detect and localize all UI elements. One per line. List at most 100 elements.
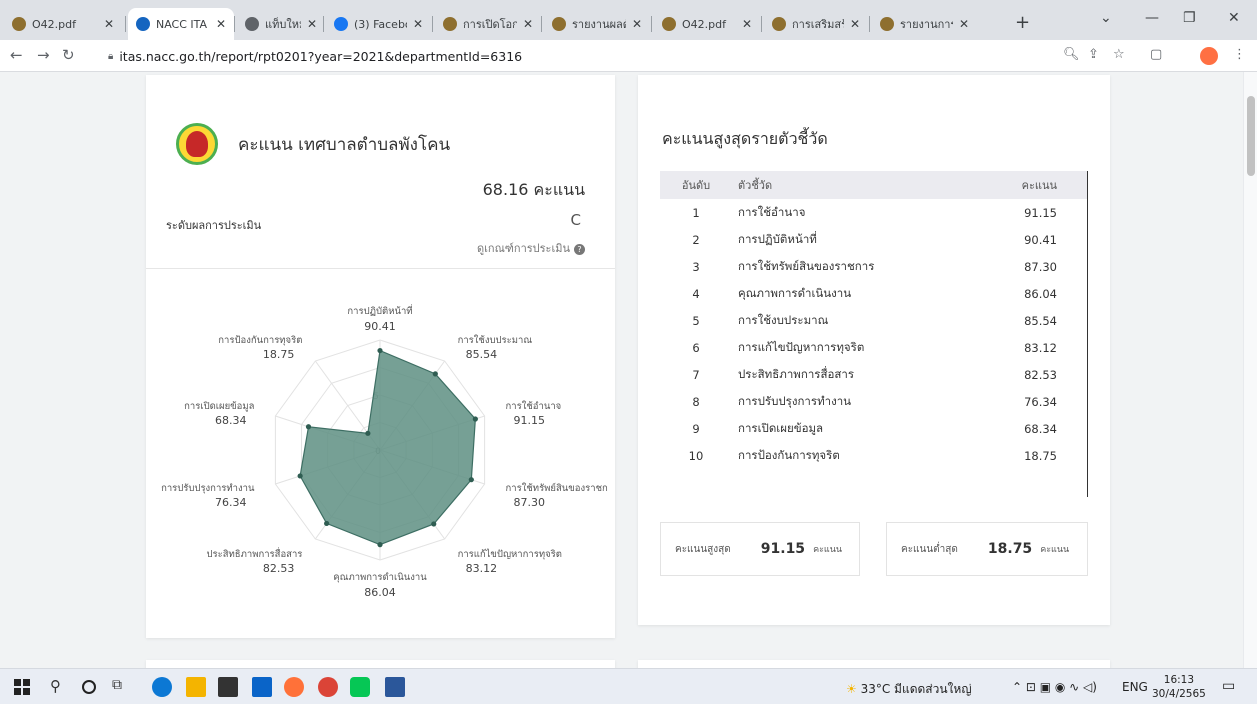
file-explorer-icon[interactable] (186, 677, 206, 697)
radar-axis-label: การเปิดเผยข้อมูล (184, 401, 254, 412)
row-score: 85.54 (1024, 313, 1057, 328)
row-rank: 7 (692, 367, 700, 382)
browser-tab[interactable]: การเปิดโอกา ✕ (435, 8, 541, 40)
browser-tab[interactable]: การเสริมสร้า ✕ (764, 8, 868, 40)
zoom-icon[interactable]: 🔍︎ (1063, 47, 1080, 62)
share-icon[interactable]: ⇪ (1088, 47, 1099, 62)
language-indicator[interactable]: ENG (1122, 680, 1148, 694)
tab-close-icon[interactable]: ✕ (632, 17, 642, 31)
row-indicator: ประสิทธิภาพการสื่อสาร (738, 366, 855, 381)
browser-tab[interactable]: NACC ITA ✕ (128, 8, 234, 40)
radar-value-label: 85.54 (466, 348, 498, 361)
reload-icon[interactable]: ↻ (62, 46, 75, 64)
browser-tab[interactable]: รายงานผลดั ✕ (544, 8, 650, 40)
row-rank: 9 (692, 421, 700, 436)
max-score-label: คะแนนสูงสุด (675, 543, 731, 555)
tab-separator (323, 16, 324, 32)
max-score-value: 91.15 (760, 541, 806, 557)
header-indicator: ตัวชี้วัด (738, 179, 773, 192)
tab-close-icon[interactable]: ✕ (216, 17, 226, 31)
tab-label: O42.pdf (32, 17, 76, 31)
tab-separator (234, 16, 235, 32)
divider (146, 268, 615, 269)
top-indicators-card: คะแนนสูงสุดรายตัวชี้วัด อันดับ ตัวชี้วัด… (638, 75, 1110, 625)
forward-icon[interactable]: → (37, 46, 50, 64)
browser-tab[interactable]: (3) Facebo ✕ (326, 8, 431, 40)
radar-value-label: 86.04 (364, 586, 396, 599)
menu-icon[interactable]: ⋮ (1233, 47, 1246, 62)
row-score: 90.41 (1024, 232, 1057, 247)
table-row: 7 ประสิทธิภาพการสื่อสาร 82.53 (660, 361, 1087, 388)
mail-icon[interactable] (252, 677, 272, 697)
radar-value-label: 87.30 (514, 496, 546, 509)
browser-tab[interactable]: แท็บใหม่ ✕ (237, 8, 325, 40)
page-scrollbar[interactable] (1243, 72, 1257, 668)
start-icon[interactable] (14, 679, 30, 695)
minimize-button[interactable]: — (1145, 10, 1159, 26)
tab-close-icon[interactable]: ✕ (104, 17, 114, 31)
level-label: ระดับผลการประเมิน (166, 219, 262, 232)
max-score-box: คะแนนสูงสุด 91.15 คะแนน (660, 522, 860, 576)
weather-widget[interactable]: ☀ 33°C มีแดดส่วนใหญ่ (846, 680, 972, 699)
url-text: itas.nacc.go.th/report/rpt0201?year=2021… (119, 48, 523, 64)
min-score-unit: คะแนน (1040, 545, 1070, 555)
close-window-button[interactable]: ✕ (1228, 10, 1240, 26)
score-card: คะแนน เทศบาลตำบลพังโคน 68.16 คะแนน ระดับ… (146, 75, 615, 638)
cortana-icon[interactable] (82, 680, 96, 694)
task-view-icon[interactable]: ⧉ (112, 677, 132, 697)
table-row: 6 การแก้ไขปัญหาการทุจริต 83.12 (660, 334, 1087, 361)
new-tab-button[interactable]: + (1015, 12, 1030, 33)
tab-favicon-icon (662, 17, 676, 31)
browser-toolbar: ← → ↻ 🔒︎ itas.nacc.go.th/report/rpt0201?… (0, 40, 1257, 72)
row-score: 87.30 (1024, 259, 1057, 274)
back-icon[interactable]: ← (10, 46, 23, 64)
tab-close-icon[interactable]: ✕ (850, 17, 860, 31)
browser-tab[interactable]: รายงานการ ✕ (872, 8, 977, 40)
scrollbar-thumb[interactable] (1247, 96, 1255, 176)
tab-close-icon[interactable]: ✕ (742, 17, 752, 31)
row-score: 83.12 (1024, 340, 1057, 355)
notifications-icon[interactable]: ▭ (1222, 678, 1235, 694)
tab-separator (541, 16, 542, 32)
tab-favicon-icon (772, 17, 786, 31)
side-panel-icon[interactable]: ▢ (1150, 47, 1162, 62)
radar-axis-label: การปรับปรุงการทำงาน (161, 483, 255, 494)
tab-close-icon[interactable]: ✕ (523, 17, 533, 31)
radar-axis-label: การป้องกันการทุจริต (218, 335, 302, 346)
radar-value-label: 68.34 (215, 414, 247, 427)
bookmark-star-icon[interactable]: ☆ (1113, 47, 1125, 62)
radar-point (324, 520, 330, 527)
taskbar-clock[interactable]: 16:13 30/4/2565 (1152, 673, 1206, 701)
tab-search-icon[interactable]: ⌄ (1100, 10, 1112, 26)
row-score: 76.34 (1024, 394, 1057, 409)
line-icon[interactable] (350, 677, 370, 697)
row-indicator: การปรับปรุงการทำงาน (738, 393, 852, 408)
next-card-right (638, 660, 1110, 668)
profile-avatar[interactable] (1200, 47, 1218, 65)
table-row: 10 การป้องกันการทุจริต 18.75 (660, 442, 1087, 469)
search-icon[interactable]: ⚲ (50, 677, 70, 697)
chrome-icon[interactable] (318, 677, 338, 697)
tray-icons[interactable]: ⌃ ⊡ ▣ ◉ ∿ ◁) (1012, 680, 1097, 694)
row-rank: 8 (692, 394, 700, 409)
tab-favicon-icon (552, 17, 566, 31)
weather-icon: ☀ (846, 682, 857, 696)
criteria-link-text[interactable]: ดูเกณฑ์การประเมิน (477, 242, 570, 255)
tab-label: การเสริมสร้า (792, 18, 844, 31)
edge-icon[interactable] (152, 677, 172, 697)
organization-title: คะแนน เทศบาลตำบลพังโคน (238, 135, 451, 155)
tab-separator (125, 16, 126, 32)
criteria-link[interactable]: ดูเกณฑ์การประเมิน? (477, 239, 585, 257)
browser-tab[interactable]: O42.pdf ✕ (4, 8, 122, 40)
browser-tab[interactable]: O42.pdf ✕ (654, 8, 760, 40)
restore-button[interactable]: ❐ (1183, 10, 1196, 26)
tab-close-icon[interactable]: ✕ (307, 17, 317, 31)
firefox-icon[interactable] (284, 677, 304, 697)
table-row: 5 การใช้งบประมาณ 85.54 (660, 307, 1087, 334)
row-rank: 5 (692, 313, 700, 328)
info-icon[interactable]: ? (574, 244, 585, 255)
word-icon[interactable] (385, 677, 405, 697)
store-icon[interactable] (218, 677, 238, 697)
tab-close-icon[interactable]: ✕ (959, 17, 969, 31)
tab-close-icon[interactable]: ✕ (413, 17, 423, 31)
